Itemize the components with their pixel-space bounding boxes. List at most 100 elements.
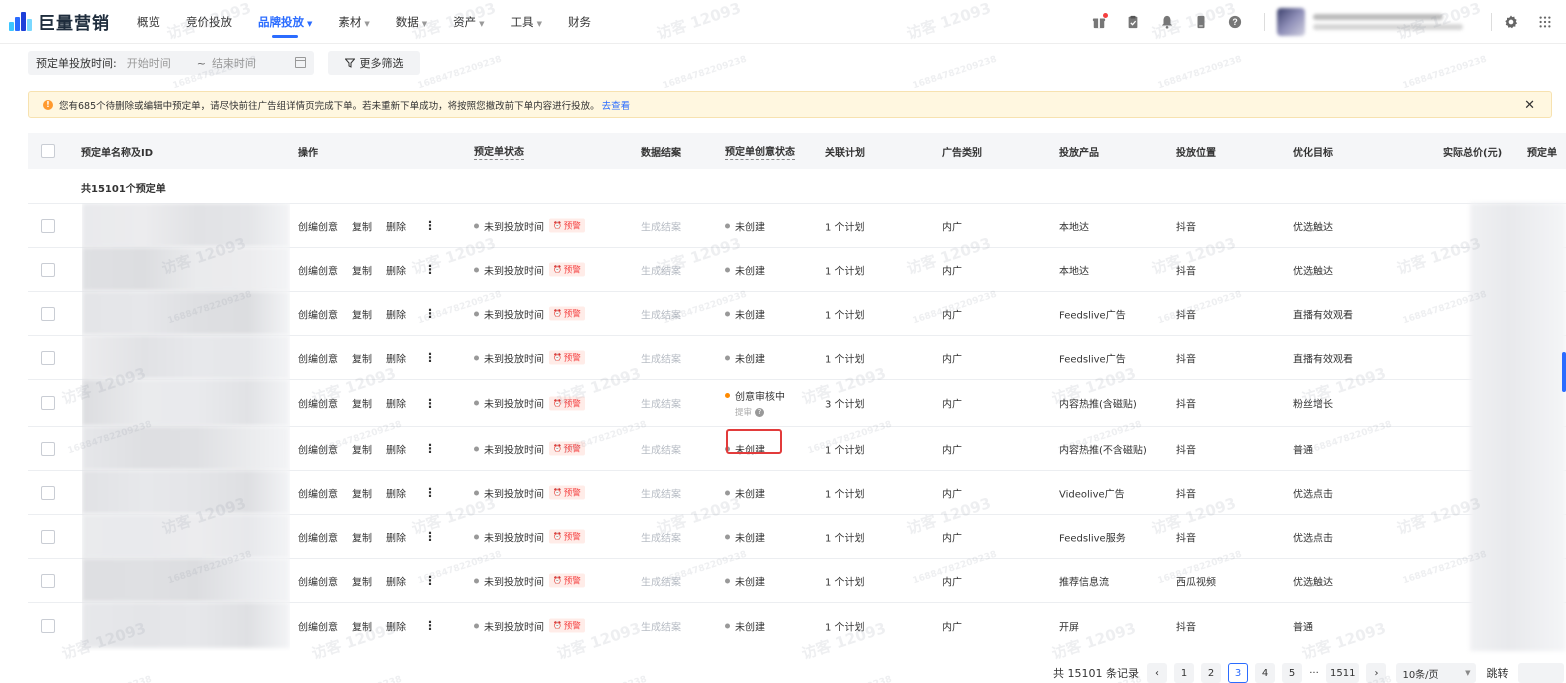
blurred-order-name[interactable] [82,514,290,558]
delete-button[interactable]: 删除 [386,529,406,544]
edit-creative-button[interactable]: 创编创意 [298,485,338,500]
generate-report-link[interactable]: 生成结案 [641,485,681,500]
blurred-order-name[interactable] [82,426,290,470]
clipboard-icon[interactable] [1126,15,1140,29]
row-checkbox[interactable] [41,350,55,365]
related-plan[interactable]: 1 个计划 [825,618,865,633]
edit-creative-button[interactable]: 创编创意 [298,618,338,633]
start-time-input[interactable]: 开始时间 [127,55,171,71]
header-creative-status[interactable]: 预定单创意状态 [725,143,795,160]
end-time-input[interactable]: 结束时间 [212,55,256,71]
delete-button[interactable]: 删除 [386,396,406,411]
more-actions-icon[interactable]: ⋮ [424,263,436,277]
more-actions-icon[interactable]: ⋮ [424,442,436,456]
edit-creative-button[interactable]: 创编创意 [298,218,338,233]
generate-report-link[interactable]: 生成结案 [641,306,681,321]
edit-creative-button[interactable]: 创编创意 [298,529,338,544]
delete-button[interactable]: 删除 [386,573,406,588]
copy-button[interactable]: 复制 [352,618,372,633]
copy-button[interactable]: 复制 [352,573,372,588]
more-actions-icon[interactable]: ⋮ [424,351,436,365]
app-grid-icon[interactable] [1538,15,1552,29]
nav-item-2[interactable]: 品牌投放 ▼ [245,0,325,44]
nav-item-6[interactable]: 工具 ▼ [498,0,555,44]
edit-creative-button[interactable]: 创编创意 [298,306,338,321]
generate-report-link[interactable]: 生成结案 [641,218,681,233]
row-checkbox[interactable] [41,485,55,500]
copy-button[interactable]: 复制 [352,218,372,233]
nav-item-5[interactable]: 资产 ▼ [440,0,497,44]
delete-button[interactable]: 删除 [386,618,406,633]
page-last[interactable]: 1511 [1326,663,1360,683]
warning-badge[interactable]: ⏰ 预警 [549,618,585,633]
mobile-icon[interactable] [1194,15,1208,29]
blurred-order-name[interactable] [82,291,290,335]
nav-item-3[interactable]: 素材 ▼ [325,0,382,44]
bell-icon[interactable] [1160,15,1174,29]
generate-report-link[interactable]: 生成结案 [641,529,681,544]
blurred-order-name[interactable] [82,247,290,291]
related-plan[interactable]: 1 个计划 [825,485,865,500]
more-actions-icon[interactable]: ⋮ [424,486,436,500]
warning-badge[interactable]: ⏰ 预警 [549,306,585,321]
settings-icon[interactable] [1504,15,1518,29]
row-checkbox[interactable] [41,529,55,544]
generate-report-link[interactable]: 生成结案 [641,441,681,456]
blurred-order-name[interactable] [82,558,290,602]
page-2[interactable]: 2 [1201,663,1221,683]
row-checkbox[interactable] [41,573,55,588]
warning-badge[interactable]: ⏰ 预警 [549,396,585,410]
warning-badge[interactable]: ⏰ 预警 [549,262,585,277]
gift-icon[interactable] [1092,13,1108,29]
copy-button[interactable]: 复制 [352,529,372,544]
delete-button[interactable]: 删除 [386,306,406,321]
date-range-filter[interactable]: 预定单投放时间: 开始时间 ~ 结束时间 [28,51,314,75]
copy-button[interactable]: 复制 [352,485,372,500]
account-info[interactable] [1313,9,1463,35]
copy-button[interactable]: 复制 [352,306,372,321]
next-page-button[interactable]: › [1366,663,1387,683]
warning-badge[interactable]: ⏰ 预警 [549,441,585,456]
copy-button[interactable]: 复制 [352,396,372,411]
nav-item-0[interactable]: 概览 [124,0,173,44]
blurred-order-name[interactable] [82,470,290,514]
edit-creative-button[interactable]: 创编创意 [298,350,338,365]
page-1[interactable]: 1 [1174,663,1194,683]
copy-button[interactable]: 复制 [352,262,372,277]
edit-creative-button[interactable]: 创编创意 [298,262,338,277]
warning-badge[interactable]: ⏰ 预警 [549,573,585,588]
delete-button[interactable]: 删除 [386,218,406,233]
more-actions-icon[interactable]: ⋮ [424,396,436,410]
nav-item-1[interactable]: 竞价投放 [173,0,245,44]
related-plan[interactable]: 1 个计划 [825,306,865,321]
delete-button[interactable]: 删除 [386,485,406,500]
generate-report-link[interactable]: 生成结案 [641,396,681,411]
select-all-checkbox[interactable] [41,144,55,158]
notice-view-link[interactable]: 去查看 [602,98,631,112]
delete-button[interactable]: 删除 [386,441,406,456]
delete-button[interactable]: 删除 [386,350,406,365]
delete-button[interactable]: 删除 [386,262,406,277]
related-plan[interactable]: 3 个计划 [825,396,865,411]
question-icon[interactable]: ? [755,407,765,417]
more-actions-icon[interactable]: ⋮ [424,219,436,233]
blurred-order-name[interactable] [82,203,290,247]
nav-item-4[interactable]: 数据 ▼ [383,0,440,44]
generate-report-link[interactable]: 生成结案 [641,618,681,633]
row-checkbox[interactable] [41,618,55,633]
jump-page-input[interactable] [1518,663,1565,683]
nav-item-7[interactable]: 财务 [555,0,604,44]
page-4[interactable]: 4 [1255,663,1275,683]
copy-button[interactable]: 复制 [352,350,372,365]
related-plan[interactable]: 1 个计划 [825,262,865,277]
more-actions-icon[interactable]: ⋮ [424,307,436,321]
row-checkbox[interactable] [41,306,55,321]
calendar-icon[interactable] [295,57,306,68]
header-status[interactable]: 预定单状态 [474,143,524,160]
related-plan[interactable]: 1 个计划 [825,573,865,588]
generate-report-link[interactable]: 生成结案 [641,350,681,365]
more-filters-button[interactable]: 更多筛选 [328,51,420,75]
avatar[interactable] [1277,8,1305,36]
row-checkbox[interactable] [41,218,55,233]
related-plan[interactable]: 1 个计划 [825,529,865,544]
